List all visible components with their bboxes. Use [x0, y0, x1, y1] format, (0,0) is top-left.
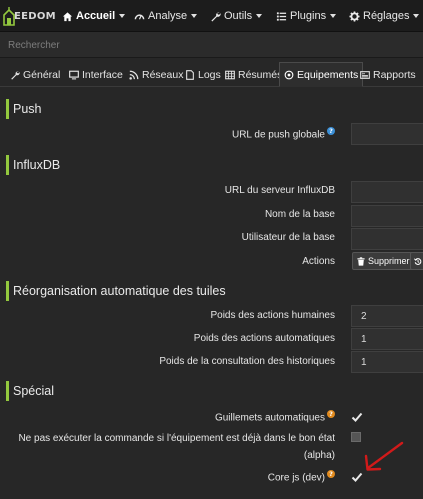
help-icon[interactable]: ? [327, 410, 335, 418]
logo-text: EEDOM [14, 11, 56, 22]
special-corejs-label: Core js (dev)? [268, 470, 335, 483]
monitor-icon [69, 70, 79, 79]
section-push-title: Push [6, 99, 423, 119]
rss-icon [129, 70, 139, 80]
chevron-down-icon [119, 14, 126, 18]
tab-reseaux[interactable]: Réseaux [125, 62, 187, 87]
nav-analyse[interactable]: Analyse [134, 8, 198, 24]
tiles-history-input[interactable]: 1 [351, 351, 423, 373]
trash-icon [357, 256, 365, 266]
tab-reseaux-label: Réseaux [142, 68, 184, 81]
push-url-label: URL de push globale? [232, 127, 335, 140]
nav-reglages-label: Réglages [363, 10, 410, 22]
special-noexec-label: Ne pas exécuter la commande si l'équipem… [18, 433, 335, 444]
push-url-input[interactable] [351, 123, 423, 145]
chevron-down-icon [413, 14, 420, 18]
tiles-human-input[interactable]: 2 [351, 305, 423, 327]
tab-rapports[interactable]: Rapports [356, 62, 420, 87]
quotes-checkbox[interactable] [351, 411, 363, 423]
tab-logs[interactable]: Logs [181, 62, 225, 87]
influx-server-label: URL du serveur InfluxDB [224, 185, 335, 196]
dashboard-icon [134, 13, 145, 19]
delete-button[interactable]: Supprimer [352, 252, 415, 270]
nav-accueil-label: Accueil [76, 10, 116, 22]
search-input[interactable] [0, 32, 423, 58]
nav-outils[interactable]: Outils [210, 8, 263, 24]
nav-reglages[interactable]: Réglages [349, 8, 420, 24]
tab-logs-label: Logs [198, 68, 221, 81]
jeedom-logo[interactable]: EEDOM [3, 4, 56, 28]
table-icon [225, 70, 235, 79]
nav-plugins-label: Plugins [290, 10, 327, 22]
section-special-title: Spécial [6, 381, 423, 401]
tab-interface-label: Interface [82, 68, 123, 81]
special-corejs-label-text: Core js (dev) [267, 472, 325, 484]
config-tabs: Général Interface Réseaux Logs Résumés E… [0, 59, 423, 87]
tab-interface[interactable]: Interface [65, 62, 127, 87]
history-icon [414, 257, 422, 265]
search-bar [0, 32, 423, 58]
influx-user-input[interactable] [351, 228, 423, 250]
wrench-icon [11, 70, 20, 80]
chevron-down-icon [191, 14, 198, 18]
influx-user-label: Utilisateur de la base [241, 232, 335, 243]
tiles-auto-label: Poids des actions automatiques [193, 333, 335, 344]
gear-icon [349, 10, 360, 22]
tab-general[interactable]: Général [6, 62, 64, 87]
delete-button-label: Supprimer [368, 256, 410, 266]
help-icon[interactable]: ? [327, 127, 335, 135]
nav-accueil[interactable]: Accueil [62, 8, 126, 24]
section-tiles-title: Réorganisation automatique des tuiles [6, 281, 423, 301]
tab-general-label: Général [23, 68, 61, 81]
influx-actions-label: Actions [302, 256, 335, 267]
red-arrow-annotation [364, 441, 404, 471]
chevron-down-icon [330, 14, 337, 18]
wrench-icon [211, 11, 221, 22]
section-influx-title: InfluxDB [6, 155, 423, 175]
newspaper-icon [360, 70, 370, 79]
influx-db-input[interactable] [351, 205, 423, 227]
tab-rapports-label: Rapports [373, 68, 416, 81]
history-button[interactable] [410, 252, 423, 270]
influx-db-label: Nom de la base [264, 209, 335, 220]
tab-equipements-label: Equipements [297, 68, 359, 81]
special-quotes-label: Guillemets automatiques? [215, 410, 335, 423]
tiles-auto-input[interactable]: 1 [351, 328, 423, 350]
nav-outils-label: Outils [224, 10, 253, 22]
tiles-history-label: Poids de la consultation des historiques [159, 356, 335, 367]
special-noexec-label-alpha: (alpha) [303, 450, 335, 461]
tab-resumes-label: Résumés [238, 68, 283, 81]
home-icon [62, 11, 73, 21]
chevron-down-icon [256, 14, 263, 18]
influx-server-input[interactable] [351, 181, 423, 203]
satellite-icon [284, 70, 294, 79]
nav-plugins[interactable]: Plugins [276, 8, 337, 24]
list-icon [276, 11, 287, 21]
help-icon[interactable]: ? [327, 470, 335, 478]
special-quotes-label-text: Guillemets automatiques [214, 412, 325, 424]
nav-analyse-label: Analyse [148, 10, 188, 22]
tab-resumes[interactable]: Résumés [221, 62, 286, 87]
top-navbar: EEDOM Accueil Analyse Outils Plugins Rég… [0, 0, 423, 32]
tiles-human-label: Poids des actions humaines [210, 310, 335, 321]
tab-equipements[interactable]: Equipements [279, 62, 364, 87]
push-url-label-text: URL de push globale [231, 129, 325, 141]
file-icon [186, 69, 194, 80]
